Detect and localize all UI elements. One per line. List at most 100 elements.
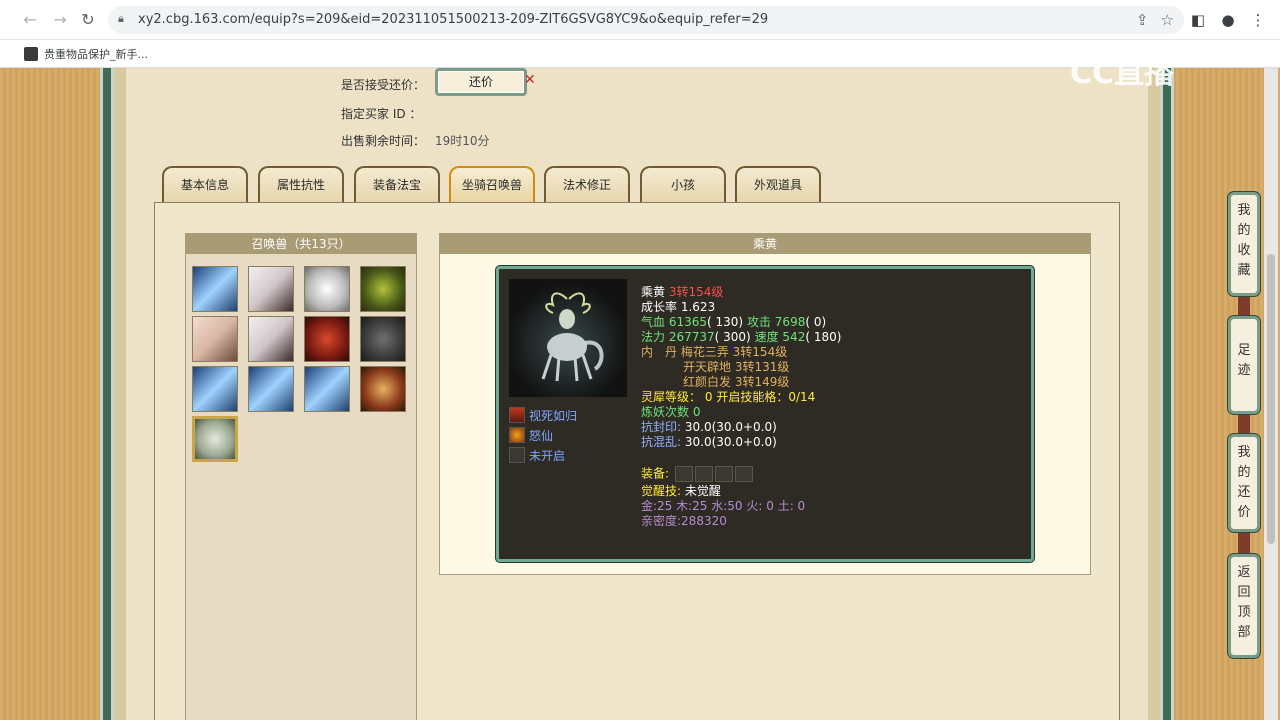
open-slots-value: 0/14 xyxy=(788,390,816,404)
open-slots-label: 开启技能格： xyxy=(716,390,789,404)
equip-slot[interactable] xyxy=(674,466,693,482)
side-nav-label: 我的收藏 xyxy=(1237,203,1251,278)
spd-value: 542 xyxy=(782,330,806,344)
summon-thumb-selected[interactable] xyxy=(192,416,238,462)
kanghun-value: 30.0(30.0+0.0) xyxy=(684,435,777,449)
skill-item[interactable]: 怒仙 xyxy=(509,425,577,445)
side-nav-footprints[interactable]: 足迹 xyxy=(1228,316,1260,414)
url-text[interactable]: xy2.cbg.163.com/equip?s=209&eid=20231105… xyxy=(138,12,768,27)
address-bar[interactable]: 🔒︎ xy2.cbg.163.com/equip?s=209&eid=20231… xyxy=(108,6,1184,34)
tab-basic-info[interactable]: 基本信息 xyxy=(162,166,248,202)
equip-label: 装备: xyxy=(641,466,670,481)
summon-thumb[interactable] xyxy=(360,366,406,412)
summon-thumb[interactable] xyxy=(192,316,238,362)
buyer-id-row: 指定买家 ID ： xyxy=(341,105,421,122)
detail-title: 乘黄 xyxy=(440,234,1090,254)
tab-appearance[interactable]: 外观道具 xyxy=(735,166,821,202)
buyer-id-label: 指定买家 ID ： xyxy=(341,107,422,121)
spd-extra: ( 180) xyxy=(805,330,842,344)
skill-list: 视死如归 怒仙 未开启 xyxy=(509,405,577,465)
summon-level: 3转154级 xyxy=(668,285,724,299)
frame-left xyxy=(100,68,114,720)
tab-spell-mods[interactable]: 法术修正 xyxy=(544,166,630,202)
awaken-value: 未觉醒 xyxy=(684,484,721,498)
mp-value: 267737 xyxy=(668,330,715,344)
hp-label: 气血 xyxy=(641,315,666,329)
summon-list: 召唤兽（共13只） xyxy=(185,233,417,720)
back-icon[interactable]: ← xyxy=(20,10,40,30)
summon-thumb[interactable] xyxy=(192,266,238,312)
menu-icon[interactable]: ⋮ xyxy=(1250,10,1266,30)
side-nav-label: 返回顶部 xyxy=(1237,565,1251,640)
hp-extra: ( 130) xyxy=(707,315,744,329)
scrollbar[interactable] xyxy=(1264,68,1278,720)
summon-portrait xyxy=(509,279,627,397)
skill-item[interactable]: 视死如归 xyxy=(509,405,577,425)
lock-icon: 🔒︎ xyxy=(118,12,124,25)
side-nav-label: 我的还价 xyxy=(1237,445,1251,520)
summon-thumb[interactable] xyxy=(248,266,294,312)
side-nav-favorites[interactable]: 我的收藏 xyxy=(1228,192,1260,296)
side-nav-my-counters[interactable]: 我的还价 xyxy=(1228,434,1260,532)
lianyao-value: 0 xyxy=(692,405,701,419)
bookmark-item[interactable]: 贵重物品保护_新手... xyxy=(24,46,148,62)
tab-children[interactable]: 小孩 xyxy=(640,166,726,202)
equip-slot[interactable] xyxy=(694,466,713,482)
summon-thumb[interactable] xyxy=(360,316,406,362)
elements-text: 金:25 木:25 水:50 火: 0 土: 0 xyxy=(641,499,806,513)
close-icon[interactable]: ✕ xyxy=(524,72,536,88)
profile-icon[interactable]: ● xyxy=(1220,10,1236,30)
equip-slot[interactable] xyxy=(714,466,733,482)
tab-equipment[interactable]: 装备法宝 xyxy=(354,166,440,202)
skill-icon xyxy=(509,407,525,423)
scrollbar-thumb[interactable] xyxy=(1267,254,1275,544)
summon-thumb[interactable] xyxy=(304,266,350,312)
summon-thumb[interactable] xyxy=(360,266,406,312)
star-icon[interactable]: ☆ xyxy=(1161,11,1174,29)
forward-icon[interactable]: → xyxy=(50,10,70,30)
time-left-value: 19时10分 xyxy=(435,134,490,148)
skill-icon xyxy=(509,427,525,443)
skill-label: 未开启 xyxy=(529,448,566,463)
skill-item[interactable]: 未开启 xyxy=(509,445,577,465)
side-nav-divider xyxy=(1238,532,1250,554)
skill-label: 怒仙 xyxy=(529,428,554,443)
summon-thumb[interactable] xyxy=(248,316,294,362)
time-left-label: 出售剩余时间： xyxy=(341,134,426,148)
kangfeng-value: 30.0(30.0+0.0) xyxy=(684,420,777,434)
watermark-logo: CC直播 xyxy=(1070,56,1175,91)
neidan-label: 内 丹 xyxy=(641,345,678,359)
spd-label: 速度 xyxy=(754,330,779,344)
neidan-item: 开天辟地 3转131级 xyxy=(683,360,790,374)
neidan-item: 梅花三弄 3转154级 xyxy=(680,345,788,359)
kangfeng-label: 抗封印: xyxy=(641,420,682,434)
tab-attributes[interactable]: 属性抗性 xyxy=(258,166,344,202)
growth-value: 1.623 xyxy=(680,300,716,314)
intimacy-text: 亲密度:288320 xyxy=(641,514,727,528)
reload-icon[interactable]: ↻ xyxy=(78,10,98,30)
share-icon[interactable]: ⇪ xyxy=(1136,11,1149,29)
summon-list-title: 召唤兽（共13只） xyxy=(186,234,416,254)
side-nav-back-top[interactable]: 返回顶部 xyxy=(1228,554,1260,658)
bookmark-favicon-icon xyxy=(24,47,38,61)
counter-offer-row: 是否接受还价： xyxy=(341,76,425,93)
counter-offer-button[interactable]: 还价 xyxy=(435,68,527,96)
mp-extra: ( 300) xyxy=(714,330,751,344)
summon-thumb[interactable] xyxy=(304,366,350,412)
side-nav-label: 足迹 xyxy=(1237,343,1251,378)
lingxi-label: 灵犀等级： xyxy=(641,390,702,404)
sidebar-icon[interactable]: ◧ xyxy=(1190,10,1206,30)
summon-stats: 乘黄 3转154级 成长率 1.623 气血 61365( 130) 攻击 76… xyxy=(641,285,841,529)
tab-summons[interactable]: 坐骑召唤兽 xyxy=(449,166,535,202)
summon-thumb[interactable] xyxy=(248,366,294,412)
browser-toolbar: ← → ↻ 🔒︎ xy2.cbg.163.com/equip?s=209&eid… xyxy=(0,0,1280,40)
equip-slot[interactable] xyxy=(734,466,753,482)
summon-name: 乘黄 xyxy=(641,285,666,299)
summon-thumb[interactable] xyxy=(304,316,350,362)
main-content: 是否接受还价： 还价 ✕ 指定买家 ID ： 出售剩余时间： 19时10分 基本… xyxy=(126,68,1148,720)
summon-detail: 乘黄 视死如归 怒仙 未开启 乘黄 3转154级 成长率 1.623 气血 61… xyxy=(439,233,1091,575)
lianyao-label: 炼妖次数 xyxy=(641,405,690,419)
summon-thumb[interactable] xyxy=(192,366,238,412)
counter-offer-label: 是否接受还价： xyxy=(341,78,426,92)
skill-label: 视死如归 xyxy=(529,408,578,423)
